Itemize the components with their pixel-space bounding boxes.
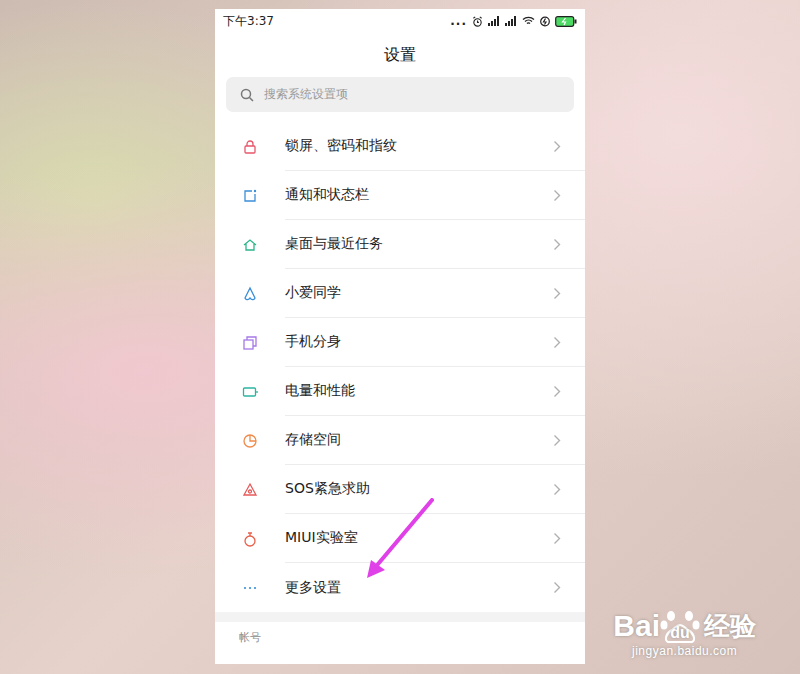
more-icon xyxy=(242,580,258,596)
row-body: 存储空间 xyxy=(285,416,585,465)
storage-icon xyxy=(242,433,258,449)
settings-row[interactable]: MIUI实验室 xyxy=(215,514,585,563)
lock-icon xyxy=(242,139,258,155)
chevron-icon xyxy=(553,581,561,594)
watermark-suffix: 经验 xyxy=(704,609,756,644)
row-icon-cell xyxy=(215,531,285,547)
row-label: SOS紧急求助 xyxy=(285,480,370,498)
settings-row[interactable]: 电量和性能 xyxy=(215,367,585,416)
wifi-icon xyxy=(522,16,535,26)
sos-icon xyxy=(242,482,258,498)
watermark-brand: Bai xyxy=(613,609,660,643)
section-header: 帐号 xyxy=(215,622,585,653)
settings-list: 锁屏、密码和指纹通知和状态栏桌面与最近任务小爱同学手机分身电量和性能存储空间 SO… xyxy=(215,122,585,612)
chevron-icon xyxy=(553,434,561,447)
status-time: 下午3:37 xyxy=(223,13,274,30)
home-icon xyxy=(242,237,258,253)
row-body: SOS紧急求助 xyxy=(285,465,585,514)
row-label: MIUI实验室 xyxy=(285,529,358,547)
chevron-icon xyxy=(553,385,561,398)
settings-row[interactable]: 锁屏、密码和指纹 xyxy=(215,122,585,171)
chevron-icon xyxy=(553,140,561,153)
phone-screen: 下午3:37...设置搜索系统设置项锁屏、密码和指纹通知和状态栏桌面与最近任务小… xyxy=(215,9,585,664)
background-photo: 下午3:37...设置搜索系统设置项锁屏、密码和指纹通知和状态栏桌面与最近任务小… xyxy=(0,0,800,674)
chevron-icon xyxy=(553,532,561,545)
watermark-logo: Baidu 经验 xyxy=(613,608,756,644)
row-icon-cell xyxy=(215,580,285,596)
paw-text: du xyxy=(670,624,690,642)
watermark-url: jingyan.baidu.com xyxy=(632,644,737,658)
status-icons: ... xyxy=(450,14,577,28)
chevron-icon xyxy=(553,336,561,349)
row-body: MIUI实验室 xyxy=(285,514,585,563)
row-label: 更多设置 xyxy=(285,579,341,597)
clone-icon xyxy=(242,335,258,351)
chevron-icon xyxy=(553,238,561,251)
paw-logo: du xyxy=(660,608,700,644)
battery-status-icon xyxy=(555,16,577,27)
row-label: 存储空间 xyxy=(285,431,341,449)
alarm-icon xyxy=(472,16,483,27)
row-icon-cell xyxy=(215,139,285,155)
status-bar: 下午3:37... xyxy=(215,9,585,33)
search-icon xyxy=(240,88,254,102)
row-icon-cell xyxy=(215,286,285,302)
row-body: 更多设置 xyxy=(285,563,585,612)
row-body: 桌面与最近任务 xyxy=(285,220,585,269)
row-body: 锁屏、密码和指纹 xyxy=(285,122,585,171)
row-label: 电量和性能 xyxy=(285,382,355,400)
row-label: 通知和状态栏 xyxy=(285,186,369,204)
search-field[interactable]: 搜索系统设置项 xyxy=(226,77,574,112)
settings-row[interactable]: SOS紧急求助 xyxy=(215,465,585,514)
row-icon-cell xyxy=(215,384,285,400)
row-label: 桌面与最近任务 xyxy=(285,235,383,253)
settings-row[interactable]: 桌面与最近任务 xyxy=(215,220,585,269)
row-icon-cell xyxy=(215,482,285,498)
row-icon-cell xyxy=(215,335,285,351)
row-icon-cell xyxy=(215,188,285,204)
lab-icon xyxy=(242,531,258,547)
page-title: 设置 xyxy=(215,33,585,77)
charging-icon xyxy=(540,16,550,27)
settings-row[interactable]: 通知和状态栏 xyxy=(215,171,585,220)
settings-row[interactable]: 小爱同学 xyxy=(215,269,585,318)
pointer-arrow-icon xyxy=(363,498,453,583)
signal-icon xyxy=(505,16,517,26)
row-icon-cell xyxy=(215,433,285,449)
settings-row[interactable]: 手机分身 xyxy=(215,318,585,367)
signal-icon xyxy=(488,16,500,26)
row-label: 手机分身 xyxy=(285,333,341,351)
row-label: 小爱同学 xyxy=(285,284,341,302)
settings-row[interactable]: 更多设置 xyxy=(215,563,585,612)
settings-row[interactable]: 存储空间 xyxy=(215,416,585,465)
battery-icon xyxy=(242,384,258,400)
search-placeholder: 搜索系统设置项 xyxy=(264,86,348,103)
row-body: 电量和性能 xyxy=(285,367,585,416)
chevron-icon xyxy=(553,189,561,202)
chevron-icon xyxy=(553,483,561,496)
section-divider xyxy=(215,612,585,622)
row-icon-cell xyxy=(215,237,285,253)
notification-icon xyxy=(242,188,258,204)
row-label: 锁屏、密码和指纹 xyxy=(285,137,397,155)
status-dots: ... xyxy=(450,14,467,28)
row-body: 手机分身 xyxy=(285,318,585,367)
xiaoai-icon xyxy=(242,286,258,302)
row-body: 通知和状态栏 xyxy=(285,171,585,220)
row-body: 小爱同学 xyxy=(285,269,585,318)
chevron-icon xyxy=(553,287,561,300)
watermark: Baidu 经验jingyan.baidu.com xyxy=(613,608,756,658)
